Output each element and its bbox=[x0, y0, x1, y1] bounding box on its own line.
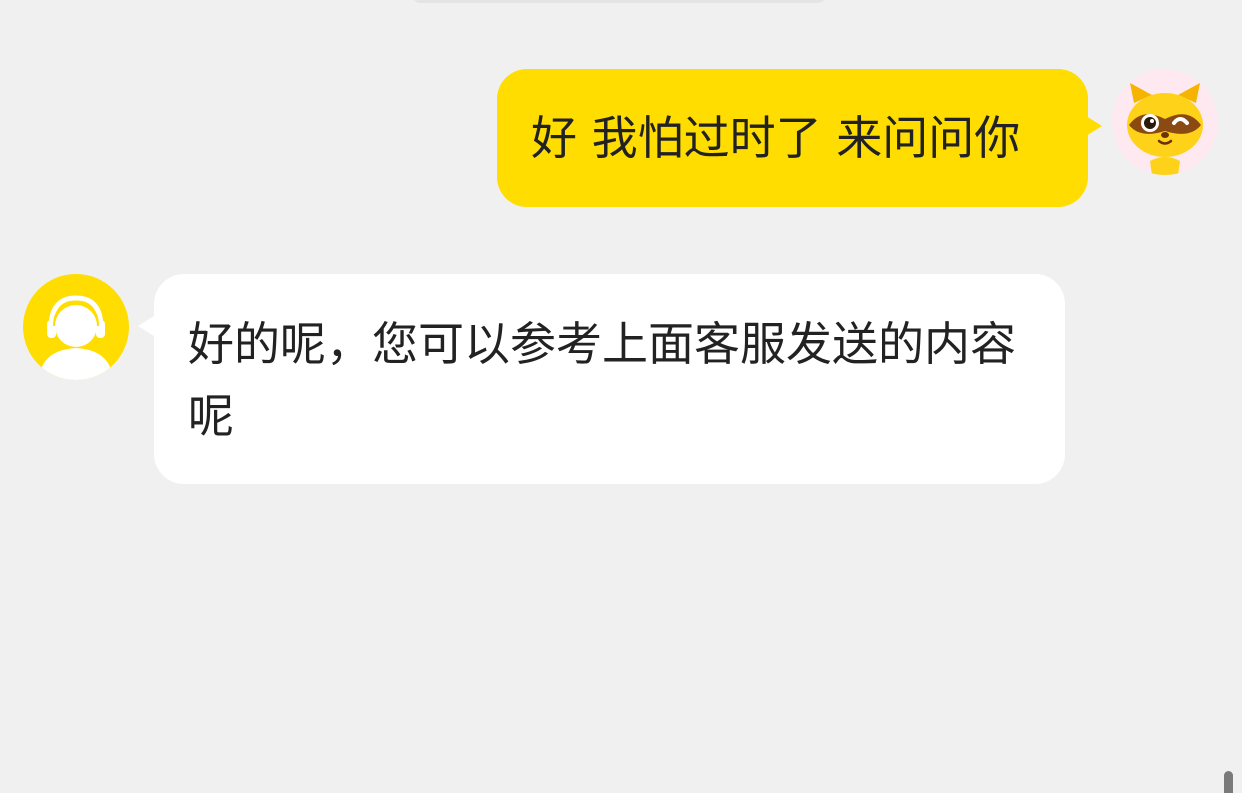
scrollbar-thumb[interactable] bbox=[1224, 771, 1233, 793]
outgoing-message-bubble[interactable]: 好 我怕过时了 来问问你 bbox=[497, 69, 1088, 207]
raccoon-mascot-icon[interactable] bbox=[1112, 69, 1218, 175]
chat-view: 好 我怕过时了 来问问你 好的呢，您可以参考上面客服发送的内容呢 bbox=[0, 0, 1242, 793]
incoming-message-text: 好的呢，您可以参考上面客服发送的内容呢 bbox=[188, 317, 1016, 443]
support-agent-headset-icon[interactable] bbox=[23, 274, 129, 380]
incoming-bubble-tail bbox=[138, 316, 154, 336]
incoming-message-bubble[interactable]: 好的呢，您可以参考上面客服发送的内容呢 bbox=[154, 274, 1065, 484]
previous-message-edge bbox=[412, 0, 826, 3]
outgoing-message-text: 好 我怕过时了 来问问你 bbox=[531, 111, 1021, 165]
outgoing-bubble-tail bbox=[1086, 116, 1102, 136]
